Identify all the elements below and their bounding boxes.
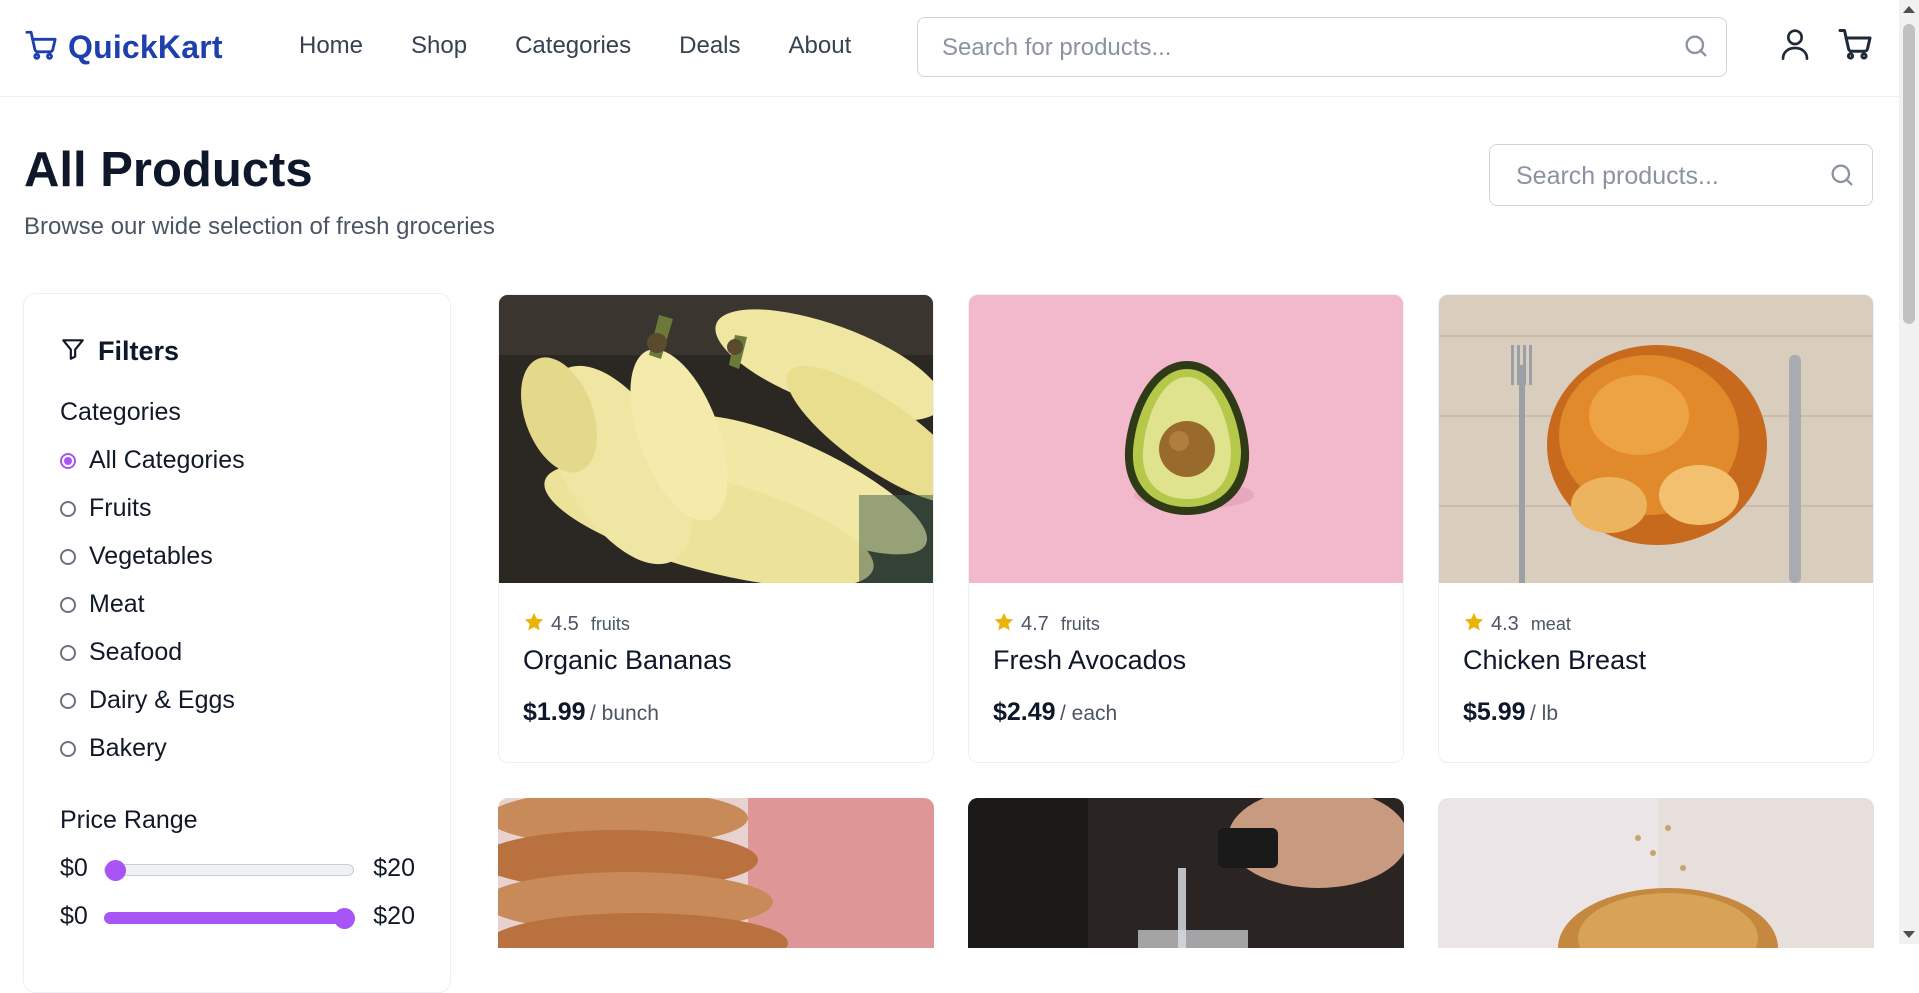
product-search-input[interactable]	[1514, 158, 1818, 194]
product-card[interactable]: 4.5 fruits Organic Bananas $1.99 / bunch	[498, 294, 934, 763]
nav-categories[interactable]: Categories	[515, 32, 631, 60]
nav-shop[interactable]: Shop	[411, 32, 467, 60]
slider-min-label: $0	[60, 902, 88, 930]
scroll-down-arrow-icon[interactable]	[1903, 931, 1915, 938]
filters-header: Filters	[60, 336, 179, 367]
min-price-slider-row: $0 $20	[60, 854, 415, 884]
main-nav: Home Shop Categories Deals About	[299, 32, 851, 60]
category-tag: meat	[1530, 614, 1571, 634]
price-line: $5.99 / lb	[1463, 698, 1558, 727]
header-search-box	[917, 17, 1727, 77]
max-price-slider-row: $0 $20	[60, 902, 415, 932]
top-header: QuickKart Home Shop Categories Deals Abo…	[0, 0, 1899, 97]
rating-row: 4.7 fruits	[993, 611, 1100, 638]
filter-icon	[60, 336, 86, 367]
price-line: $2.49 / each	[993, 698, 1117, 727]
radio-unchecked[interactable]	[60, 692, 76, 709]
cart-logo-icon	[24, 28, 58, 67]
header-search-input[interactable]	[940, 30, 1644, 66]
category-tag: fruits	[590, 614, 630, 634]
product-search-box	[1489, 144, 1873, 206]
star-icon	[993, 611, 1015, 638]
radio-unchecked[interactable]	[60, 644, 76, 661]
nav-deals[interactable]: Deals	[679, 32, 740, 60]
product-price: $5.99	[1463, 698, 1526, 726]
product-image[interactable]	[968, 798, 1404, 948]
product-image[interactable]	[1439, 295, 1873, 583]
filters-panel: Filters Categories All Categories Fruits…	[23, 293, 451, 993]
product-name[interactable]: Organic Bananas	[523, 645, 732, 676]
price-unit: / bunch	[590, 702, 659, 725]
product-price: $2.49	[993, 698, 1056, 726]
product-image[interactable]	[499, 295, 933, 583]
slider-min-label: $0	[60, 854, 88, 882]
radio-unchecked[interactable]	[60, 500, 76, 517]
product-image[interactable]	[1438, 798, 1874, 948]
product-image[interactable]	[969, 295, 1403, 583]
price-unit: / each	[1060, 702, 1118, 725]
product-card[interactable]: 4.3 meat Chicken Breast $5.99 / lb	[1438, 294, 1874, 763]
category-label: Vegetables	[89, 542, 213, 570]
category-label: Seafood	[89, 638, 183, 666]
category-option-fruits[interactable]: Fruits	[60, 494, 152, 523]
rating-row: 4.5 fruits	[523, 611, 630, 638]
radio-unchecked[interactable]	[60, 740, 76, 757]
star-icon	[523, 611, 545, 638]
search-icon[interactable]	[1682, 32, 1710, 65]
category-option-seafood[interactable]: Seafood	[60, 638, 182, 667]
category-option-bakery[interactable]: Bakery	[60, 734, 167, 763]
radio-unchecked[interactable]	[60, 548, 76, 565]
filters-title: Filters	[98, 336, 180, 366]
categories-heading: Categories	[60, 398, 181, 426]
product-name[interactable]: Chicken Breast	[1463, 645, 1646, 676]
category-tag: fruits	[1060, 614, 1100, 634]
nav-about[interactable]: About	[789, 32, 852, 60]
category-option-vegetables[interactable]: Vegetables	[60, 542, 213, 571]
slider-max-label: $20	[373, 902, 415, 930]
radio-checked[interactable]	[60, 452, 76, 469]
category-label: Meat	[89, 590, 145, 618]
brand-logo[interactable]: QuickKart	[24, 28, 223, 67]
price-unit: / lb	[1530, 702, 1559, 725]
product-image[interactable]	[498, 798, 934, 948]
star-icon	[1463, 611, 1485, 638]
user-icon[interactable]	[1779, 26, 1811, 67]
price-line: $1.99 / bunch	[523, 698, 659, 727]
category-option-dairy-eggs[interactable]: Dairy & Eggs	[60, 686, 235, 715]
category-label: All Categories	[89, 446, 245, 474]
category-label: Bakery	[89, 734, 167, 762]
slider-max-label: $20	[373, 854, 415, 882]
rating-value: 4.3	[1491, 613, 1519, 635]
price-range-heading: Price Range	[60, 806, 198, 834]
page-subtitle: Browse our wide selection of fresh groce…	[24, 213, 495, 240]
category-option-meat[interactable]: Meat	[60, 590, 145, 619]
scroll-up-arrow-icon[interactable]	[1903, 6, 1915, 13]
product-name[interactable]: Fresh Avocados	[993, 645, 1186, 676]
max-price-slider-thumb[interactable]	[334, 908, 355, 929]
rating-value: 4.5	[551, 613, 579, 635]
product-price: $1.99	[523, 698, 586, 726]
brand-name: QuickKart	[68, 29, 223, 65]
product-card[interactable]: 4.7 fruits Fresh Avocados $2.49 / each	[968, 294, 1404, 763]
search-icon[interactable]	[1828, 161, 1856, 194]
rating-value: 4.7	[1021, 613, 1049, 635]
scrollbar[interactable]	[1899, 0, 1919, 944]
scrollbar-thumb[interactable]	[1903, 24, 1915, 324]
page-title: All Products	[24, 143, 313, 197]
min-price-slider-track[interactable]	[104, 864, 354, 876]
rating-row: 4.3 meat	[1463, 611, 1571, 638]
radio-unchecked[interactable]	[60, 596, 76, 613]
category-label: Dairy & Eggs	[89, 686, 235, 714]
nav-home[interactable]: Home	[299, 32, 363, 60]
min-price-slider-thumb[interactable]	[105, 860, 126, 881]
category-option-all[interactable]: All Categories	[60, 446, 245, 475]
cart-icon[interactable]	[1837, 26, 1873, 67]
max-price-slider-track[interactable]	[104, 912, 354, 924]
category-label: Fruits	[89, 494, 152, 522]
